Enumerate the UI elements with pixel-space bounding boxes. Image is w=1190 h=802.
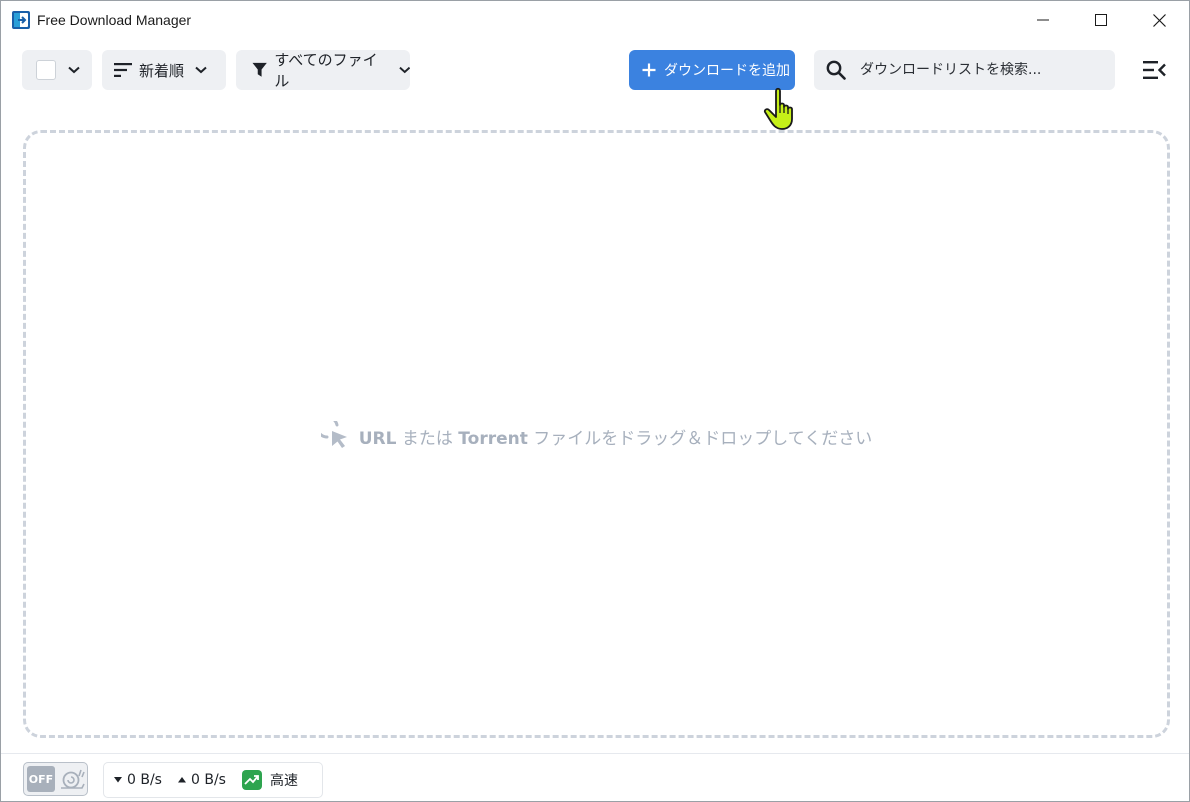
speed-panel[interactable]: 0 B/s 0 B/s 高速: [103, 762, 323, 798]
arrow-down-icon: [114, 777, 122, 783]
close-button[interactable]: [1130, 1, 1188, 39]
drop-zone[interactable]: URL または Torrent ファイルをドラッグ＆ドロップしてください: [23, 130, 1170, 738]
snail-mode-state: OFF: [27, 766, 55, 792]
app-window: Free Download Manager 新着順 すべてのファイル ダウンロー…: [0, 0, 1190, 802]
maximize-icon: [1095, 14, 1107, 26]
upload-speed-value: 0 B/s: [190, 772, 226, 788]
title-bar: Free Download Manager: [1, 1, 1189, 39]
search-icon: [826, 60, 846, 80]
drop-msg-url: URL: [358, 428, 397, 449]
sort-label: 新着順: [139, 61, 185, 80]
upload-speed: 0 B/s: [177, 772, 226, 788]
sort-dropdown[interactable]: 新着順: [102, 50, 226, 90]
arrow-up-icon: [177, 777, 186, 783]
chevron-down-icon: [398, 66, 410, 74]
minimize-icon: [1037, 19, 1049, 21]
filter-icon: [252, 62, 267, 77]
search-field[interactable]: [814, 50, 1115, 90]
plus-icon: [642, 63, 656, 77]
trending-up-icon: [241, 770, 262, 790]
speed-mode-label: 高速: [269, 773, 298, 789]
filter-dropdown[interactable]: すべてのファイル: [236, 50, 410, 90]
app-logo: [12, 11, 30, 29]
select-all-checkbox[interactable]: [36, 60, 56, 80]
snail-icon: [61, 769, 85, 789]
maximize-button[interactable]: [1072, 1, 1130, 39]
snail-mode-toggle[interactable]: OFF: [23, 762, 88, 796]
drop-msg-torrent: Torrent: [458, 428, 528, 449]
drop-zone-message: URL または Torrent ファイルをドラッグ＆ドロップしてください: [320, 421, 873, 451]
window-title: Free Download Manager: [37, 12, 192, 28]
download-speed: 0 B/s: [114, 772, 162, 788]
sort-icon: [114, 63, 132, 77]
select-all-dropdown[interactable]: [22, 50, 92, 90]
menu-collapse-icon[interactable]: [1141, 58, 1167, 82]
status-bar: OFF 0 B/s 0 B/s 高速: [1, 753, 1189, 802]
chevron-down-icon: [195, 66, 207, 74]
drop-msg-tail: ファイルをドラッグ＆ドロップしてください: [527, 428, 873, 449]
add-download-label: ダウンロードを追加: [664, 63, 790, 79]
search-input[interactable]: [860, 62, 1100, 78]
add-download-button[interactable]: ダウンロードを追加: [629, 50, 795, 90]
minimize-button[interactable]: [1014, 1, 1072, 39]
chevron-down-icon: [68, 66, 80, 74]
close-icon: [1152, 13, 1166, 27]
drop-msg-mid: または: [396, 428, 459, 449]
speed-mode[interactable]: 高速: [241, 770, 298, 790]
download-speed-value: 0 B/s: [127, 772, 162, 788]
filter-label: すべてのファイル: [274, 51, 378, 90]
hand-cursor-icon: [763, 87, 793, 130]
drag-cursor-icon: [320, 421, 347, 448]
